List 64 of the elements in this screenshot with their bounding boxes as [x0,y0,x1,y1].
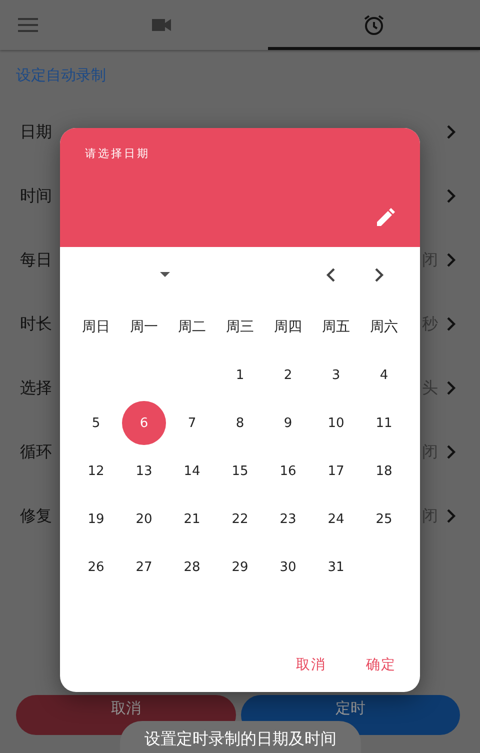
toast-message: 设置定时录制的日期及时间 [120,721,361,753]
weekday-label: 周日 [82,318,110,336]
weekday-label: 周二 [178,318,206,336]
dialog-title: 请选择日期 [85,146,151,161]
chevron-right-icon [446,188,456,204]
calendar-day[interactable]: 14 [170,449,214,493]
calendar-day[interactable]: 29 [218,545,262,589]
menu-icon[interactable] [18,18,38,32]
calendar-day[interactable]: 7 [170,401,214,445]
calendar-day[interactable]: 17 [314,449,358,493]
chevron-right-icon [446,444,456,460]
video-camera-icon [152,18,172,32]
cancel-button[interactable]: 取消 [288,650,334,680]
chevron-right-icon [446,380,456,396]
calendar-day[interactable]: 10 [314,401,358,445]
calendar-day[interactable]: 21 [170,497,214,541]
chevron-left-icon [326,267,336,283]
chevron-right-icon [374,267,384,283]
weekday-label: 周三 [226,318,254,336]
calendar-day[interactable]: 16 [266,449,310,493]
weekday-label: 周五 [322,318,350,336]
calendar-day[interactable]: 13 [122,449,166,493]
alarm-clock-icon [363,14,385,36]
setting-label: 时间 [20,186,52,204]
calendar-day[interactable]: 31 [314,545,358,589]
setting-label: 日期 [20,122,52,140]
setting-label: 修复 [20,506,52,524]
calendar-day[interactable]: 27 [122,545,166,589]
pencil-icon[interactable] [376,207,396,227]
weekday-label: 周四 [274,318,302,336]
setting-label: 时长 [20,314,52,332]
calendar-day[interactable]: 12 [74,449,118,493]
chevron-right-icon [446,252,456,268]
calendar-day[interactable]: 18 [362,449,406,493]
calendar-day[interactable]: 22 [218,497,262,541]
dropdown-caret-icon[interactable] [160,272,170,278]
calendar-day[interactable]: 19 [74,497,118,541]
setting-label: 每日 [20,250,52,268]
calendar-day[interactable]: 20 [122,497,166,541]
calendar-day[interactable]: 15 [218,449,262,493]
calendar-day[interactable]: 8 [218,401,262,445]
calendar-day[interactable]: 1 [218,353,262,397]
calendar-day[interactable]: 24 [314,497,358,541]
setting-label: 循环 [20,442,52,460]
calendar-day[interactable]: 11 [362,401,406,445]
chevron-right-icon [446,124,456,140]
weekday-label: 周六 [370,318,398,336]
calendar-day[interactable]: 28 [170,545,214,589]
calendar-day[interactable]: 4 [362,353,406,397]
section-title: 设定自动录制 [16,66,106,84]
confirm-button[interactable]: 确定 [358,650,404,680]
calendar-day[interactable]: 30 [266,545,310,589]
calendar-day[interactable]: 5 [74,401,118,445]
chevron-right-icon [446,316,456,332]
calendar-day[interactable]: 9 [266,401,310,445]
calendar-day[interactable]: 2 [266,353,310,397]
calendar-day[interactable]: 26 [74,545,118,589]
calendar-day[interactable]: 3 [314,353,358,397]
weekday-label: 周一 [130,318,158,336]
calendar-day[interactable]: 25 [362,497,406,541]
chevron-right-icon [446,508,456,524]
calendar-day[interactable]: 23 [266,497,310,541]
setting-label: 选择 [20,378,52,396]
calendar-day[interactable]: 6 [122,401,166,445]
